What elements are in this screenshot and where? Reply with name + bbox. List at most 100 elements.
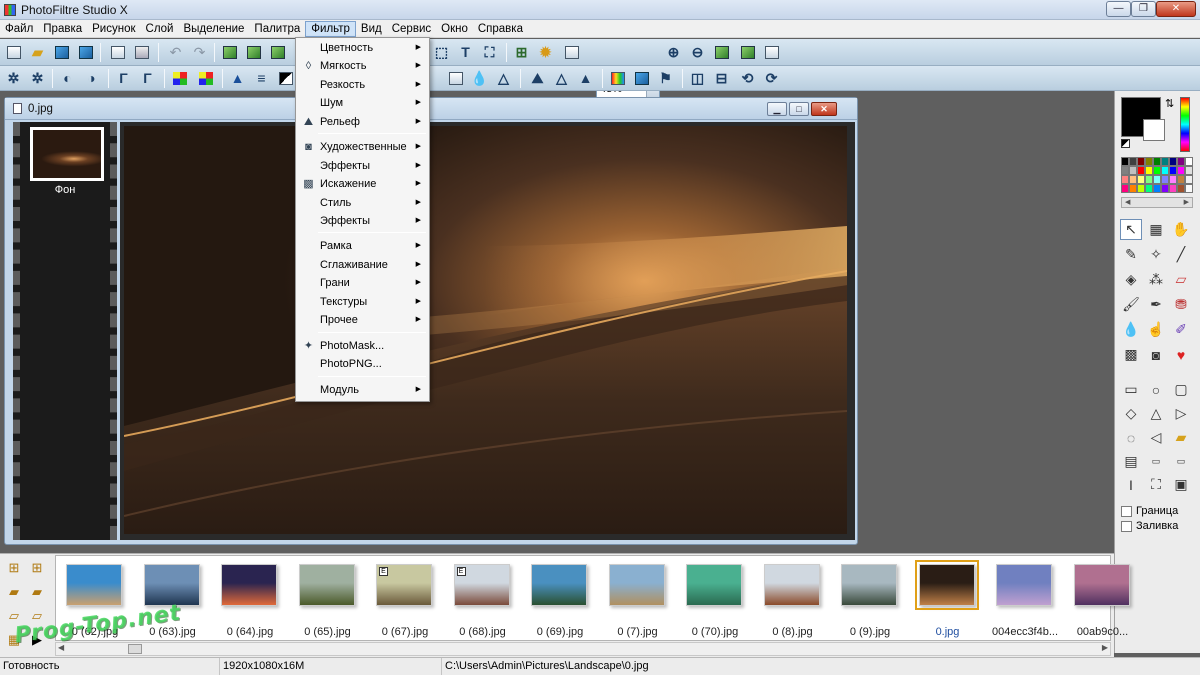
palette-swatch[interactable] <box>1185 157 1193 166</box>
brush-tool[interactable]: 🖌 <box>1120 294 1142 315</box>
thumbnail-image[interactable] <box>531 564 587 606</box>
palette-swatch[interactable] <box>1121 184 1129 193</box>
thumbnail-image[interactable] <box>66 564 122 606</box>
filter-menu-item-15[interactable]: ✦ PhotoMask... <box>298 337 427 355</box>
undo-button[interactable]: ↶ <box>166 43 185 61</box>
palette-swatch[interactable] <box>1153 184 1161 193</box>
thumbnail-image[interactable]: E <box>376 564 432 606</box>
soften-button[interactable]: 💧 <box>470 69 489 87</box>
cone-button[interactable]: ▲ <box>576 69 595 87</box>
eyedropper-tool[interactable]: ✎ <box>1120 244 1142 265</box>
thumbnail-image[interactable] <box>608 564 665 606</box>
palette-swatch[interactable] <box>1177 175 1185 184</box>
menu-item-4[interactable]: Выделение <box>178 21 249 37</box>
lasso-shape[interactable]: ◌ <box>1120 427 1142 448</box>
palette-swatch[interactable] <box>1145 184 1153 193</box>
filter-menu-item-8[interactable]: Стиль ▶ <box>298 194 427 212</box>
thumbnail-image[interactable] <box>143 564 200 606</box>
text-cursor-button[interactable]: I <box>1120 474 1142 495</box>
relief-button[interactable]: ▲ <box>228 69 247 87</box>
filter-menu-item-9[interactable]: Эффекты ▶ <box>298 212 427 230</box>
filter-menu-item-7[interactable]: ▩ Искажение ▶ <box>298 175 427 193</box>
palette-swatch[interactable] <box>1153 157 1161 166</box>
blur-tool[interactable]: 💧 <box>1120 319 1142 340</box>
canvas-area[interactable] <box>120 122 855 540</box>
gamma-minus-button[interactable]: Γ <box>114 69 133 87</box>
thumbnail-image[interactable] <box>686 564 742 606</box>
rotate-right-button[interactable]: ⟳ <box>762 69 781 87</box>
advanced-brush-tool[interactable]: ✒ <box>1145 294 1167 315</box>
browser-scrollbar[interactable]: ◀ ▶ <box>55 642 1111 656</box>
thumbnail-item[interactable]: 0 (8).jpg <box>758 560 828 638</box>
filter-menu-item-3[interactable]: Шум ▶ <box>298 94 427 112</box>
checkbox-box[interactable] <box>1121 520 1132 532</box>
menu-item-2[interactable]: Рисунок <box>87 21 140 37</box>
zoom-in-button[interactable]: ⊕ <box>664 43 683 61</box>
palette-swatch[interactable] <box>1169 175 1177 184</box>
palette-swatch[interactable] <box>1129 166 1137 175</box>
ratio-free-button[interactable]: ▤ <box>1120 451 1142 472</box>
triangle-shape[interactable]: △ <box>1145 403 1167 424</box>
filter-menu-item-4[interactable]: ⛰ Рельеф ▶ <box>298 113 427 131</box>
auto-levels-button[interactable]: ✲ <box>4 69 23 87</box>
saturation-minus-button[interactable] <box>170 69 189 87</box>
red-eye-tool[interactable]: ♥ <box>1170 344 1192 365</box>
sharpen-button[interactable]: △ <box>494 69 513 87</box>
window-shape-button[interactable]: ▣ <box>1170 474 1192 495</box>
palette-swatch[interactable] <box>1161 175 1169 184</box>
palette-swatch[interactable] <box>1185 184 1193 193</box>
hand-tool[interactable]: ✋ <box>1170 219 1192 240</box>
pattern-tool[interactable]: ✐ <box>1170 319 1192 340</box>
filter-menu-item-17[interactable]: Модуль ▶ <box>298 381 427 399</box>
border-checkbox[interactable]: Граница <box>1121 504 1199 518</box>
checkbox-box[interactable] <box>1121 505 1132 517</box>
thumbnail-item[interactable]: 0 (7).jpg <box>603 560 673 638</box>
thumbnail-item[interactable]: E 0 (68).jpg <box>448 560 518 638</box>
line-tool[interactable]: ╱ <box>1170 244 1192 265</box>
flip-vertical-button[interactable]: ⊟ <box>712 69 731 87</box>
rectangle-shape[interactable]: ▭ <box>1120 379 1142 400</box>
palette-swatch[interactable] <box>1177 157 1185 166</box>
thumbnail-image[interactable] <box>996 564 1052 606</box>
palette-swatch[interactable] <box>1161 166 1169 175</box>
thumbnail-item[interactable]: 00ab9c0... <box>1068 560 1138 638</box>
filter-menu-item-11[interactable]: Сглаживание ▶ <box>298 256 427 274</box>
filter-menu-item-6[interactable]: Эффекты ▶ <box>298 157 427 175</box>
select-button[interactable]: ⬚ <box>432 43 451 61</box>
thumbnail-item[interactable]: 0 (69).jpg <box>525 560 595 638</box>
thumbnail-item[interactable]: 0 (65).jpg <box>293 560 363 638</box>
saturation-plus-button[interactable] <box>196 69 215 87</box>
auto-contrast-button[interactable]: ✲ <box>28 69 47 87</box>
crop-button[interactable]: ⛶ <box>480 43 499 61</box>
fill-checkbox[interactable]: Заливка <box>1121 519 1199 533</box>
crop-marks-button[interactable]: ⛶ <box>1145 474 1167 495</box>
thumbnail-item[interactable]: E 0 (67).jpg <box>370 560 440 638</box>
image-size-button[interactable] <box>220 43 239 61</box>
layers-button[interactable]: ⊞ <box>512 43 531 61</box>
tree-view-button[interactable]: ⊞ <box>5 559 23 577</box>
filter-menu-item-2[interactable]: Резкость ▶ <box>298 76 427 94</box>
deform-tool[interactable]: ▩ <box>1120 344 1142 365</box>
canvas-size-button[interactable] <box>244 43 263 61</box>
thumbnail-image[interactable] <box>1073 564 1130 606</box>
brightness-minus-button[interactable]: ◐ <box>58 69 77 87</box>
eraser-tool[interactable]: ▱ <box>1170 269 1192 290</box>
palette-swatch[interactable] <box>1145 166 1153 175</box>
rounded-rect-shape[interactable]: ▢ <box>1170 379 1192 400</box>
filter-menu-item-12[interactable]: Грани ▶ <box>298 274 427 292</box>
filter-menu-item-16[interactable]: PhotoPNG... <box>298 355 427 373</box>
filter-menu-item-10[interactable]: Рамка ▶ <box>298 237 427 255</box>
selection-tool[interactable]: ↖ <box>1120 219 1142 240</box>
open-file-button[interactable]: ▰ <box>28 43 47 61</box>
scroll-right-icon[interactable]: ▶ <box>1102 643 1108 652</box>
menu-item-7[interactable]: Вид <box>356 21 387 37</box>
palette-swatch[interactable] <box>1169 184 1177 193</box>
wand-tool[interactable]: ✧ <box>1145 244 1167 265</box>
palette-swatch[interactable] <box>1129 157 1137 166</box>
filter-menu-item-1[interactable]: ◊ Мягкость ▶ <box>298 57 427 75</box>
doc-close-button[interactable]: ✕ <box>811 102 837 116</box>
flip-horizontal-button[interactable]: ◫ <box>688 69 707 87</box>
brightness-plus-button[interactable]: ◑ <box>82 69 101 87</box>
polygon-shape[interactable]: ◁ <box>1145 427 1167 448</box>
reset-colors-icon[interactable] <box>1121 139 1130 148</box>
